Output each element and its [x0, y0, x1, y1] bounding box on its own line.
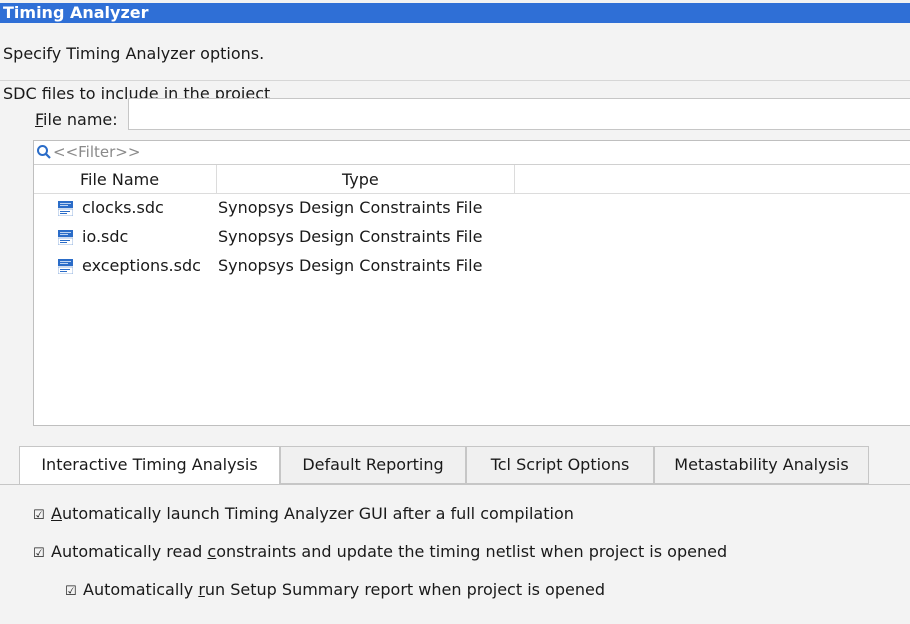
search-icon [37, 145, 51, 159]
option-mnemonic: c [207, 542, 217, 561]
file-name-label: File name: [35, 110, 118, 129]
checkbox-checked-icon[interactable]: ☑ [65, 584, 77, 599]
options-panel: Specify Timing Analyzer options. SDC fil… [0, 23, 910, 624]
tab-interactive-timing-analysis[interactable]: Interactive Timing Analysis [19, 446, 280, 485]
option-text-pre: Automatically [83, 580, 199, 599]
tab-bar-baseline [0, 484, 910, 485]
option-mnemonic: r [198, 580, 205, 599]
file-name-cell: clocks.sdc [82, 198, 164, 217]
table-header: File Name Type [34, 165, 910, 194]
option-auto-run-setup-summary[interactable]: ☑ Automatically run Setup Summary report … [65, 580, 605, 599]
checkbox-checked-icon[interactable]: ☑ [33, 546, 45, 561]
file-name-cell: io.sdc [82, 227, 129, 246]
option-text-post: un Setup Summary report when project is … [204, 580, 605, 599]
tab-default-reporting[interactable]: Default Reporting [280, 446, 466, 484]
tab-metastability-analysis[interactable]: Metastability Analysis [654, 446, 869, 484]
file-type-cell: Synopsys Design Constraints File [218, 198, 483, 217]
option-auto-read-constraints[interactable]: ☑ Automatically read constraints and upda… [33, 542, 727, 561]
column-divider [216, 165, 217, 193]
dialog-title: Timing Analyzer [0, 3, 910, 23]
file-name-cell: exceptions.sdc [82, 256, 201, 275]
dialog-description: Specify Timing Analyzer options. [3, 44, 265, 63]
sdc-file-icon [58, 230, 73, 245]
file-name-input[interactable] [128, 98, 910, 130]
tab-tcl-script-options[interactable]: Tcl Script Options [466, 446, 654, 484]
filter-field[interactable]: <<Filter>> [34, 141, 910, 165]
table-row[interactable]: exceptions.sdc Synopsys Design Constrain… [34, 253, 910, 282]
sdc-files-table[interactable]: <<Filter>> File Name Type clocks.sdc Syn… [33, 140, 910, 426]
option-text-post: utomatically launch Timing Analyzer GUI … [61, 504, 574, 523]
filter-placeholder: <<Filter>> [53, 143, 141, 161]
file-name-label-mnemonic: F [35, 110, 44, 129]
file-name-label-rest: ile name: [43, 110, 118, 129]
option-mnemonic: A [51, 504, 62, 523]
option-auto-launch-gui[interactable]: ☑ Automatically launch Timing Analyzer GU… [33, 504, 574, 523]
file-type-cell: Synopsys Design Constraints File [218, 256, 483, 275]
table-row[interactable]: clocks.sdc Synopsys Design Constraints F… [34, 195, 910, 224]
column-divider [514, 165, 515, 193]
column-header-file-name[interactable]: File Name [80, 170, 159, 189]
checkbox-checked-icon[interactable]: ☑ [33, 508, 45, 523]
divider [0, 80, 910, 81]
file-type-cell: Synopsys Design Constraints File [218, 227, 483, 246]
option-text-post: onstraints and update the timing netlist… [216, 542, 728, 561]
column-header-type[interactable]: Type [342, 170, 379, 189]
option-text-pre: Automatically read [51, 542, 208, 561]
sdc-file-icon [58, 201, 73, 216]
sdc-file-icon [58, 259, 73, 274]
table-row[interactable]: io.sdc Synopsys Design Constraints File [34, 224, 910, 253]
